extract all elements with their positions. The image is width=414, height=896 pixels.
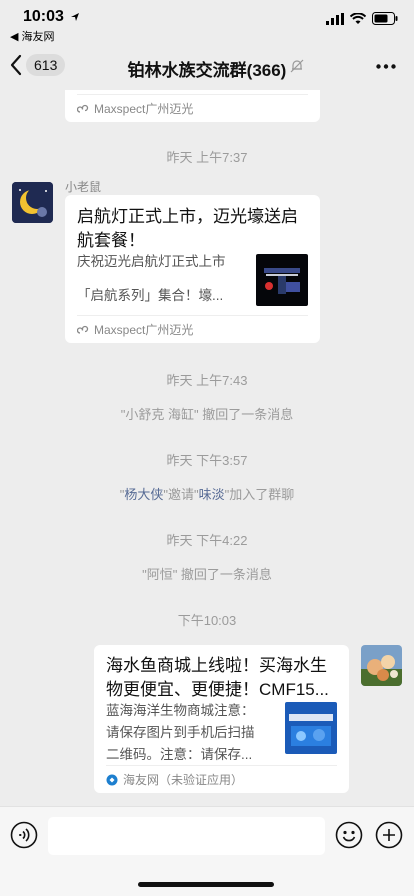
card-description-line2: 请保存图片到手机后扫描	[106, 725, 255, 740]
bell-slash-icon	[290, 59, 304, 73]
ellipsis-icon[interactable]	[376, 64, 396, 69]
card-description-line3: 二维码。注意：请保存...	[106, 747, 253, 762]
miniprogram-icon	[77, 325, 89, 334]
card-title-line1: 海水鱼商城上线啦！买海水生	[106, 656, 327, 675]
miniprogram-icon	[77, 104, 89, 113]
wifi-icon	[350, 12, 366, 24]
message-input-bar	[0, 806, 414, 896]
system-message-join: "杨大侠"邀请"味淡"加入了群聊	[119, 487, 295, 502]
card-source: Maxspect广州迈光	[77, 94, 308, 122]
invitee-link[interactable]: 味淡	[199, 487, 225, 502]
card-title-line2: 航套餐！	[77, 231, 145, 250]
sender-name: 小老鼠	[65, 180, 102, 194]
timestamp: 昨天 下午3:57	[166, 453, 248, 468]
chat-header: 613 铂林水族交流群(366)	[0, 44, 414, 90]
message-list[interactable]: Maxspect广州迈光 昨天 上午7:37 小老鼠 启航灯正式上市，迈光壕送启…	[0, 90, 414, 806]
battery-icon	[372, 12, 398, 25]
plus-icon[interactable]	[375, 821, 403, 849]
cellular-signal-icon	[326, 12, 344, 25]
card-title-line1: 启航灯正式上市，迈光壕送启	[77, 207, 298, 226]
avatar[interactable]	[361, 645, 402, 686]
timestamp: 昨天 上午7:43	[166, 373, 248, 388]
shared-link-card[interactable]: 启航灯正式上市，迈光壕送启 航套餐！ 庆祝迈光启航灯正式上市 「启航系列」集合！…	[65, 195, 320, 343]
timestamp: 下午10:03	[177, 613, 237, 628]
flower-avatar-image	[361, 645, 402, 686]
shared-link-card[interactable]: 海水鱼商城上线啦！买海水生 物更便宜、更便捷！CMF15... 蓝海海洋生物商城…	[94, 645, 349, 793]
timestamp: 昨天 上午7:37	[166, 150, 248, 165]
emoji-icon[interactable]	[335, 821, 363, 849]
app-icon	[106, 774, 118, 785]
avatar[interactable]	[12, 182, 53, 223]
card-description-line1: 庆祝迈光启航灯正式上市	[77, 254, 226, 269]
card-source-name: Maxspect广州迈光	[94, 323, 194, 337]
card-thumbnail	[285, 702, 337, 754]
status-time: 10:03	[23, 8, 64, 25]
card-source: 海友网（未验证应用）	[106, 765, 337, 793]
location-arrow-icon	[71, 13, 79, 21]
timestamp: 昨天 下午4:22	[166, 533, 248, 548]
card-description-line1: 蓝海海洋生物商城注意：	[106, 703, 255, 718]
card-source-name: 海友网（未验证应用）	[123, 773, 244, 787]
voice-icon[interactable]	[10, 821, 38, 849]
card-source-name: Maxspect广州迈光	[94, 102, 194, 116]
moon-avatar-image	[12, 182, 53, 223]
status-bar: 10:03 ◀ 海友网	[0, 0, 414, 44]
home-indicator	[138, 882, 274, 887]
inviter-link[interactable]: 杨大侠	[124, 487, 163, 502]
card-source: Maxspect广州迈光	[77, 315, 308, 343]
card-description-line2: 「启航系列」集合！壕...	[77, 288, 224, 303]
message-text-input[interactable]	[48, 817, 325, 855]
back-to-app-link[interactable]: ◀ 海友网	[10, 28, 55, 44]
card-thumbnail	[256, 254, 308, 306]
card-title-line2: 物更便宜、更便捷！CMF15...	[106, 680, 329, 699]
chat-title: 铂林水族交流群(366)	[127, 61, 287, 80]
shared-card-partial[interactable]: Maxspect广州迈光	[65, 90, 320, 122]
system-message-recall: "阿恒" 撤回了一条消息	[142, 567, 272, 582]
status-icons	[326, 12, 398, 25]
system-message-recall: "小舒克 海缸" 撤回了一条消息	[120, 407, 294, 422]
